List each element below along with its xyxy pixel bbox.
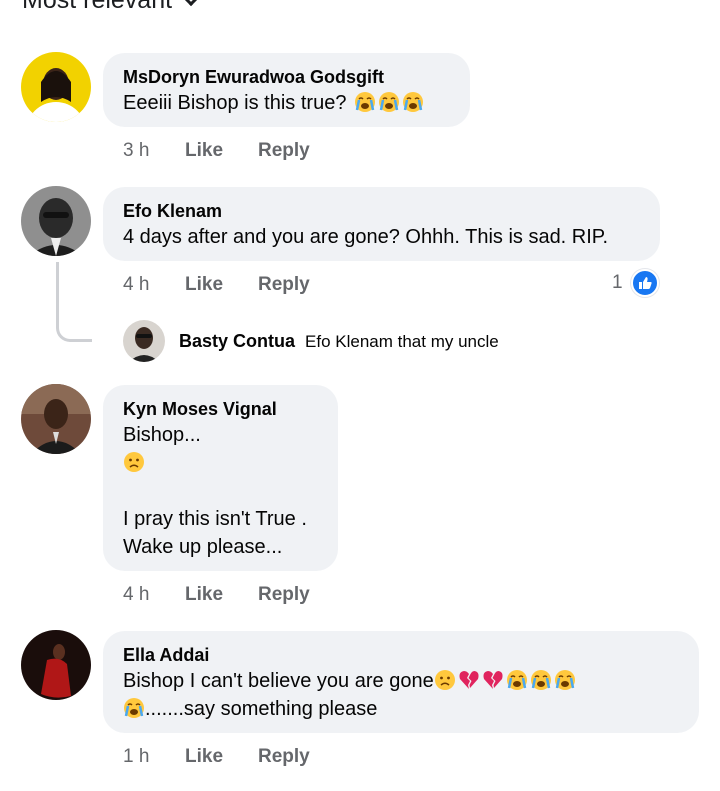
broken-heart-icon	[458, 669, 480, 691]
reply-button[interactable]: Reply	[258, 274, 310, 296]
comment-time[interactable]: 1 h	[123, 746, 185, 768]
crying-emoji-icon	[378, 91, 400, 113]
crying-emoji-icon	[530, 669, 552, 691]
like-button[interactable]: Like	[185, 140, 258, 162]
avatar[interactable]	[21, 52, 91, 122]
like-button[interactable]: Like	[185, 746, 258, 768]
comment-author[interactable]: MsDoryn Ewuradwoa Godsgift	[123, 65, 450, 89]
comment-text: 4 days after and you are gone? Ohhh. Thi…	[123, 226, 609, 248]
like-button[interactable]: Like	[185, 584, 258, 606]
reply-button[interactable]: Reply	[258, 584, 310, 606]
avatar[interactable]	[21, 384, 91, 454]
comment-actions: 1 h Like Reply	[123, 746, 310, 768]
reply-text: Efo Klenam that my uncle	[305, 331, 499, 351]
comment-bubble: Kyn Moses Vignal Bishop... I pray this i…	[103, 385, 338, 571]
reply-author[interactable]: Basty Contua	[179, 331, 295, 352]
sort-selector[interactable]: Most relevant	[22, 0, 199, 15]
comment-text-line: Wake up please...	[123, 536, 283, 558]
crying-emoji-icon	[123, 697, 145, 719]
crying-emoji-icon	[554, 669, 576, 691]
comment-time[interactable]: 3 h	[123, 140, 185, 162]
thread-connector	[56, 262, 92, 342]
comment-bubble: Efo Klenam 4 days after and you are gone…	[103, 187, 660, 261]
avatar[interactable]	[21, 630, 91, 700]
reply-button[interactable]: Reply	[258, 140, 310, 162]
sort-label: Most relevant	[22, 0, 173, 14]
comment-actions: 3 h Like Reply	[123, 140, 310, 162]
broken-heart-icon	[482, 669, 504, 691]
comment-actions: 4 h Like Reply	[123, 274, 310, 296]
comment-actions: 4 h Like Reply	[123, 584, 310, 606]
comment-author[interactable]: Ella Addai	[123, 643, 679, 667]
crying-emoji-icon	[354, 91, 376, 113]
comment-time[interactable]: 4 h	[123, 274, 185, 296]
comment-text-line: I pray this isn't True .	[123, 508, 307, 530]
like-button[interactable]: Like	[185, 274, 258, 296]
crying-emoji-icon	[506, 669, 528, 691]
comment-text: Eeeiii Bishop is this true?	[123, 89, 450, 117]
reply-button[interactable]: Reply	[258, 746, 310, 768]
comment-time[interactable]: 4 h	[123, 584, 185, 606]
crying-emoji-icon	[402, 91, 424, 113]
comment-bubble: MsDoryn Ewuradwoa Godsgift Eeeiii Bishop…	[103, 53, 470, 127]
reaction-summary[interactable]: 1	[612, 269, 659, 297]
chevron-down-icon	[183, 0, 199, 6]
comment-text-line: Bishop I can't believe you are gone	[123, 667, 679, 695]
comment-text-line: Bishop...	[123, 424, 201, 446]
comment-text-line: .......say something please	[123, 695, 679, 723]
reply-preview[interactable]: Basty Contua Efo Klenam that my uncle	[179, 331, 499, 352]
avatar[interactable]	[21, 186, 91, 256]
comment-bubble: Ella Addai Bishop I can't believe you ar…	[103, 631, 699, 733]
comment-text-line	[123, 477, 318, 505]
reaction-count: 1	[612, 272, 623, 293]
comment-emoji-line	[123, 449, 318, 477]
like-reaction-icon	[630, 269, 659, 297]
worried-emoji-icon	[123, 451, 145, 473]
comment-author[interactable]: Kyn Moses Vignal	[123, 397, 318, 421]
comment-author[interactable]: Efo Klenam	[123, 199, 640, 223]
reply-avatar[interactable]	[123, 320, 165, 362]
worried-emoji-icon	[434, 669, 456, 691]
